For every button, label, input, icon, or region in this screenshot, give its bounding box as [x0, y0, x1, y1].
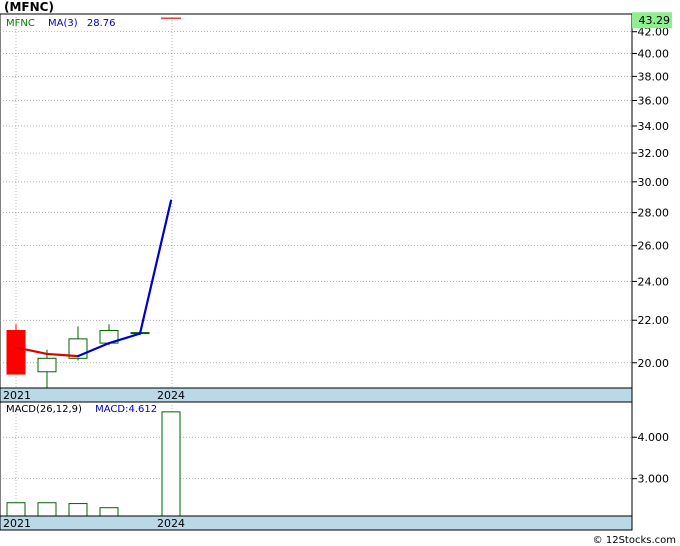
price-tick-label: 24.00: [638, 275, 670, 288]
macd-date-band: [0, 515, 633, 531]
price-tick-label: 22.00: [638, 314, 670, 327]
macd-tick-label: 4.000: [638, 431, 670, 444]
price-date-label: 2021: [3, 389, 31, 402]
last-price-label: 43.29: [639, 14, 671, 27]
price-tick-label: 40.00: [638, 47, 670, 60]
price-tick-label: 38.00: [638, 70, 670, 83]
price-tick-label: 20.00: [638, 357, 670, 370]
macd-legend: MACD(26,12,9) MACD:4.612: [6, 404, 157, 415]
last-price-badge: 43.29: [632, 12, 672, 29]
candle-body: [37, 357, 57, 373]
price-tick-label: 28.00: [638, 207, 670, 220]
macd-date-axis: 2021 2024: [0, 515, 633, 531]
candle-body: [6, 329, 26, 375]
macd-tick-label: 3.000: [638, 473, 670, 486]
macd-panel: 3.000 4.000 MACD(26,12,9) MACD:4.612: [0, 401, 670, 517]
price-tick-label: 30.00: [638, 176, 670, 189]
price-tick-label: 26.00: [638, 240, 670, 253]
macd-panel-frame: [0, 401, 633, 517]
macd-axis-ticks: 3.000 4.000: [632, 431, 670, 486]
macd-bar: [68, 503, 88, 517]
macd-legend-params: MACD(26,12,9): [6, 404, 82, 415]
macd-date-label: 2024: [157, 517, 185, 530]
price-date-band: [0, 387, 633, 403]
price-panel-frame: [0, 13, 633, 389]
macd-bar: [37, 502, 57, 517]
site-credit: © 12Stocks.com: [593, 535, 676, 546]
price-tick-label: 32.00: [638, 147, 670, 160]
price-tick-label: 36.00: [638, 94, 670, 107]
macd-legend-value: MACD:4.612: [95, 404, 157, 415]
price-axis-ticks: 20.00 22.00 24.00 26.00 28.00 30.00 32.00 34.00…: [632, 26, 669, 370]
price-date-axis: 2021 2024: [0, 387, 633, 403]
stock-chart: (MFNC) 20.00 22.00 24.00 26.00 28.00 30.00 32.…: [0, 0, 676, 546]
price-tick-label: 34.00: [638, 120, 670, 133]
price-legend: MFNC MA(3) 28.76: [6, 18, 116, 29]
legend-ma-label: MA(3): [48, 18, 78, 29]
legend-ticker: MFNC: [6, 18, 35, 29]
macd-bar: [99, 507, 119, 517]
price-panel: 20.00 22.00 24.00 26.00 28.00 30.00 32.00 34.00…: [0, 12, 672, 389]
legend-ma-value: 28.76: [87, 18, 116, 29]
macd-bar: [6, 502, 26, 517]
macd-bar: [161, 411, 181, 517]
chart-title: (MFNC): [4, 0, 54, 14]
macd-date-label: 2021: [3, 517, 31, 530]
price-date-label: 2024: [157, 389, 185, 402]
